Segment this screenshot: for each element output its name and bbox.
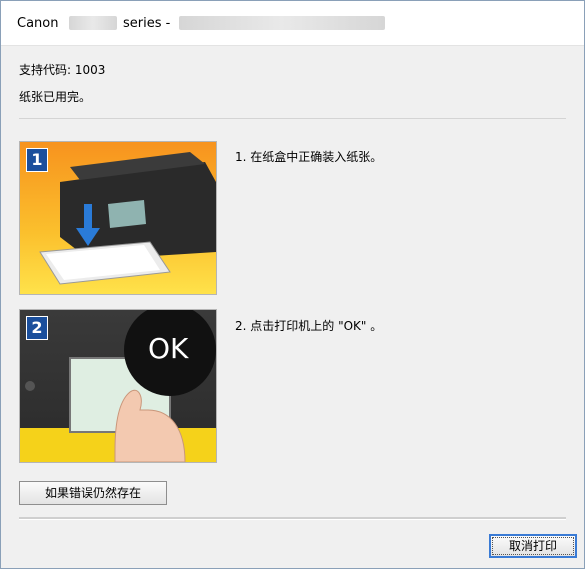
step1-illustration: 1 bbox=[19, 141, 217, 295]
step2-number-badge: 2 bbox=[26, 316, 48, 340]
printer-loading-paper-image bbox=[20, 142, 216, 294]
ok-label: OK bbox=[148, 332, 189, 365]
divider bbox=[19, 118, 566, 119]
step1-number-badge: 1 bbox=[26, 148, 48, 172]
printer-error-dialog: Canon series - 支持代码: 1003 纸张已用完。 1 1. 在纸… bbox=[0, 0, 585, 569]
cancel-printing-label: 取消打印 bbox=[492, 537, 574, 555]
error-message: 纸张已用完。 bbox=[19, 90, 92, 104]
window-title-brand: Canon bbox=[17, 16, 59, 31]
step2-instruction: 2. 点击打印机上的 "OK" 。 bbox=[235, 319, 383, 333]
redacted-printer-name bbox=[179, 16, 385, 30]
window-title-series: series - bbox=[123, 16, 171, 31]
step1-instruction: 1. 在纸盒中正确装入纸张。 bbox=[235, 150, 383, 164]
cancel-printing-button[interactable]: 取消打印 bbox=[489, 534, 577, 558]
if-error-persists-button[interactable]: 如果错误仍然存在 bbox=[19, 481, 167, 505]
support-code-text: 支持代码: 1003 bbox=[19, 63, 106, 77]
divider-bottom bbox=[19, 517, 566, 520]
redacted-model-name bbox=[69, 16, 117, 30]
step2-illustration: 2 OK bbox=[19, 309, 217, 463]
title-bar[interactable]: Canon series - bbox=[1, 1, 584, 46]
